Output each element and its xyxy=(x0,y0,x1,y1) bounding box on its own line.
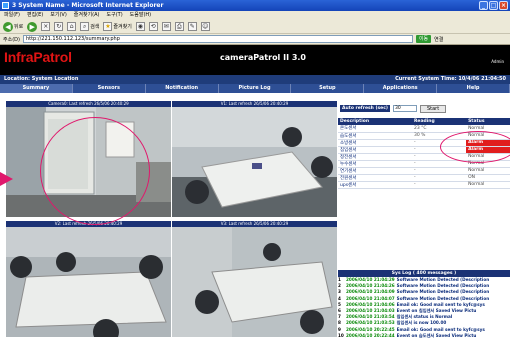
annotation-circle-status xyxy=(440,131,510,163)
main-nav: Summary Sensors Notification Picture Log… xyxy=(0,84,510,93)
camera-image xyxy=(172,227,337,337)
sensor-description[interactable]: 소방센서 xyxy=(338,139,412,147)
sensor-status: Normal xyxy=(466,181,510,189)
camera-image xyxy=(6,227,171,337)
edit-icon[interactable]: ✎ xyxy=(187,22,197,31)
camera-panel-3[interactable]: V3: Last refresh 26/5/06 20:40:29 xyxy=(172,221,337,337)
menu-edit[interactable]: 편집(E) xyxy=(27,11,43,20)
sensor-description[interactable]: 연기센서 xyxy=(338,167,412,175)
favorites-label: 즐겨찾기 xyxy=(113,24,132,30)
annotation-arrow-icon xyxy=(0,172,13,186)
syslog-panel: Sys Log ( 400 messages ) 1 2006/04/10 21:… xyxy=(338,270,510,339)
forward-button[interactable]: ▶ xyxy=(27,21,38,32)
location-bar: Location: System Location Current System… xyxy=(0,75,510,84)
address-label: 주소(D) xyxy=(3,36,20,43)
brand-header: InfraPatrol cameraPatrol II 3.0 Admin xyxy=(0,45,510,75)
location-label: Location: System Location xyxy=(4,76,79,82)
refresh-icon[interactable]: ↻ xyxy=(54,22,64,31)
camera-image xyxy=(172,107,337,217)
favorites-button[interactable]: ★ 즐겨찾기 xyxy=(103,22,132,31)
syslog-title: Sys Log ( 400 messages ) xyxy=(338,270,510,277)
search-icon: ⌕ xyxy=(80,22,90,31)
go-button[interactable]: 이동 xyxy=(415,35,432,43)
maximize-button[interactable]: □ xyxy=(489,1,498,10)
back-label: 뒤로 xyxy=(14,24,24,30)
minimize-button[interactable]: _ xyxy=(479,1,488,10)
sensor-description[interactable]: 정전센서 xyxy=(338,153,412,161)
product-name: cameraPatrol II 3.0 xyxy=(220,53,306,62)
search-label: 검색 xyxy=(90,24,100,30)
camera-panel-1[interactable]: V1: Last refresh 26/5/06 20:40:29 xyxy=(172,101,337,217)
sensor-description[interactable]: 온도센서 xyxy=(338,125,412,133)
sensor-description[interactable]: ups센서 xyxy=(338,181,412,189)
tab-setup[interactable]: Setup xyxy=(291,84,365,93)
tab-sensors[interactable]: Sensors xyxy=(73,84,146,93)
messenger-icon[interactable]: ☺ xyxy=(200,22,210,31)
col-status: Status xyxy=(466,118,510,125)
menu-favorites[interactable]: 즐겨찾기(A) xyxy=(74,11,100,20)
tab-notification[interactable]: Notification xyxy=(146,84,219,93)
sensor-row: ups센서 - Normal xyxy=(338,181,510,189)
sensor-reading: - xyxy=(411,167,467,175)
home-icon[interactable]: ⌂ xyxy=(67,22,77,31)
sensor-description[interactable]: 침입센서 xyxy=(338,146,412,154)
window-title: 3 System Name - Microsoft Internet Explo… xyxy=(12,2,164,9)
menu-view[interactable]: 보기(V) xyxy=(50,11,67,20)
sensor-row: 전원센서 - ON xyxy=(338,174,510,182)
sensor-reading: - xyxy=(411,181,467,189)
tab-picture-log[interactable]: Picture Log xyxy=(219,84,292,93)
sensor-status: Normal xyxy=(466,167,510,175)
user-label: Admin xyxy=(491,59,504,64)
star-icon: ★ xyxy=(103,22,113,31)
annotation-circle-camera xyxy=(40,117,150,225)
close-button[interactable]: × xyxy=(499,1,508,10)
search-button[interactable]: ⌕ 검색 xyxy=(80,22,99,31)
media-icon[interactable]: ◉ xyxy=(135,22,145,31)
auto-refresh-input[interactable]: 30 xyxy=(392,105,417,112)
browser-toolbar: ◀ 뒤로 ▶ × ↻ ⌂ ⌕ 검색 ★ 즐겨찾기 ◉ ⟲ ✉ ⎙ ✎ ☺ xyxy=(0,20,510,34)
col-description: Description xyxy=(338,118,412,125)
stop-icon[interactable]: × xyxy=(41,22,51,31)
sensor-reading: 23 °C xyxy=(411,125,467,133)
mail-icon[interactable]: ✉ xyxy=(161,22,171,31)
tab-help[interactable]: Help xyxy=(437,84,510,93)
address-bar: 주소(D) http://221.150.112.123/summary.php… xyxy=(0,34,510,45)
sensor-reading: - xyxy=(411,160,467,168)
tab-applications[interactable]: Applications xyxy=(364,84,438,93)
system-time: Current System Time: 10/4/06 21:04:50 xyxy=(395,76,506,82)
menu-file[interactable]: 파일(F) xyxy=(4,11,20,20)
auto-refresh-label: Auto refresh (sec) xyxy=(340,105,390,112)
tab-summary[interactable]: Summary xyxy=(0,84,73,93)
window-titlebar: 3 System Name - Microsoft Internet Explo… xyxy=(0,0,510,11)
camera-panel-2[interactable]: V2: Last refresh 26/5/06 20:40:29 xyxy=(6,221,171,337)
sensor-status: ON xyxy=(466,174,510,182)
print-icon[interactable]: ⎙ xyxy=(174,22,184,31)
auto-refresh-panel: Auto refresh (sec) 30 Start xyxy=(338,103,510,114)
sensor-description[interactable]: 전원센서 xyxy=(338,174,412,182)
ie-app-icon xyxy=(2,2,9,9)
history-icon[interactable]: ⟲ xyxy=(148,22,158,31)
back-button[interactable]: ◀ 뒤로 xyxy=(3,21,24,32)
menu-bar: 파일(F) 편집(E) 보기(V) 즐겨찾기(A) 도구(T) 도움말(H) xyxy=(0,11,510,20)
start-button[interactable]: Start xyxy=(419,104,447,113)
sensor-reading: - xyxy=(411,174,467,182)
menu-tools[interactable]: 도구(T) xyxy=(107,11,123,20)
back-arrow-icon: ◀ xyxy=(3,21,13,32)
infrapatrol-logo: InfraPatrol xyxy=(4,49,72,65)
links-button[interactable]: 연결 xyxy=(434,36,443,43)
sensor-row: 연기센서 - Normal xyxy=(338,167,510,175)
menu-help[interactable]: 도움말(H) xyxy=(130,11,151,20)
sensor-description[interactable]: 습도센서 xyxy=(338,132,412,140)
col-reading: Reading xyxy=(411,118,467,125)
address-input[interactable]: http://221.150.112.123/summary.php xyxy=(22,35,413,43)
sensor-description[interactable]: 누수센서 xyxy=(338,160,412,168)
